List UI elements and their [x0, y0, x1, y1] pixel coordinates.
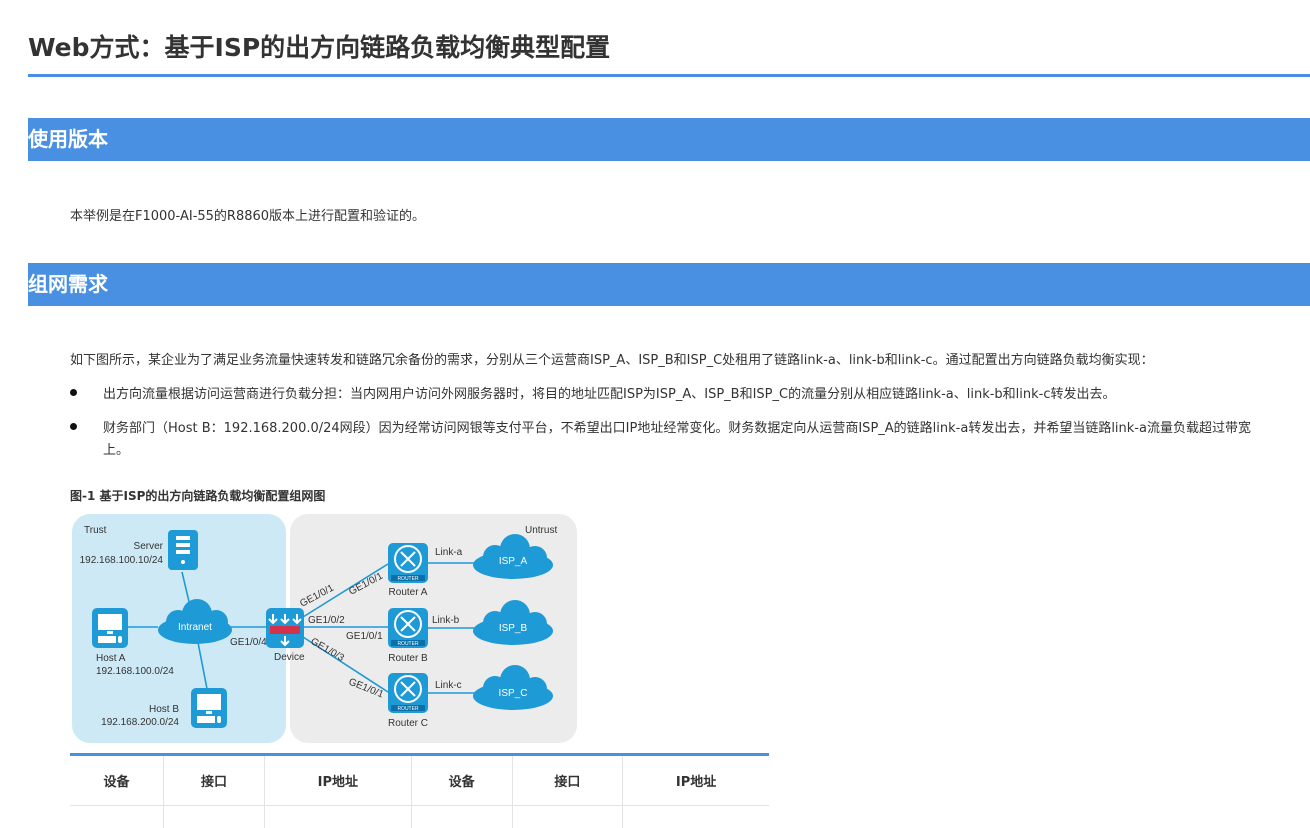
router-c-badge: ROUTER — [397, 706, 419, 712]
ip-table: 设备 接口 IP地址 设备 接口 IP地址 — [70, 753, 769, 828]
host-a-label: Host A — [96, 653, 126, 664]
firewall-device-icon — [266, 608, 304, 648]
router-a-label: Router A — [389, 587, 428, 598]
router-c-icon: ROUTER — [388, 673, 428, 713]
table-cell — [70, 806, 164, 828]
server-ip: 192.168.100.10/24 — [80, 555, 164, 566]
intranet-label: Intranet — [178, 622, 212, 633]
list-item-text: 财务部门（Host B：192.168.200.0/24网段）因为经常访问网银等… — [103, 417, 1251, 436]
router-b-label: Router B — [388, 653, 428, 664]
host-b-ip: 192.168.200.0/24 — [101, 717, 179, 728]
router-b-ge-label: GE1/0/1 — [346, 631, 383, 642]
title-divider — [28, 74, 1310, 77]
version-paragraph: 本举例是在F1000-AI-55的R8860版本上进行配置和验证的。 — [70, 205, 425, 224]
table-cell — [411, 806, 512, 828]
router-a-icon: ROUTER — [388, 543, 428, 583]
router-b-icon: ROUTER — [388, 608, 428, 648]
table-cell — [623, 806, 769, 828]
router-b-badge: ROUTER — [397, 641, 419, 647]
device-label: Device — [274, 652, 305, 663]
network-intro-paragraph: 如下图所示，某企业为了满足业务流量快速转发和链路冗余备份的需求，分别从三个运营商… — [70, 349, 1154, 368]
device-ge2-label: GE1/0/2 — [308, 615, 345, 626]
server-icon — [168, 530, 198, 570]
table-header-cell: 接口 — [164, 756, 265, 806]
link-b-label: Link-b — [432, 615, 460, 626]
interface-table: 设备 接口 IP地址 设备 接口 IP地址 — [70, 756, 769, 828]
host-a-icon — [92, 608, 128, 648]
table-row — [70, 806, 769, 828]
table-cell — [164, 806, 265, 828]
isp-b-label: ISP_B — [499, 623, 528, 634]
table-cell — [264, 806, 411, 828]
router-c-label: Router C — [388, 718, 428, 729]
host-b-label: Host B — [149, 704, 179, 715]
table-header-cell: 设备 — [411, 756, 512, 806]
figure-caption: 图-1 基于ISP的出方向链路负载均衡配置组网图 — [70, 487, 325, 504]
bullet-dot-icon — [70, 389, 77, 396]
table-header-row: 设备 接口 IP地址 设备 接口 IP地址 — [70, 756, 769, 806]
link-a-label: Link-a — [435, 547, 463, 558]
link-c-label: Link-c — [435, 680, 462, 691]
router-a-badge: ROUTER — [397, 576, 419, 582]
table-header-cell: 接口 — [512, 756, 623, 806]
table-header-cell: IP地址 — [623, 756, 769, 806]
device-ge4-label: GE1/0/4 — [230, 637, 267, 648]
list-item-text-continued: 上。 — [103, 439, 129, 458]
table-header-cell: IP地址 — [264, 756, 411, 806]
section-heading-version: 使用版本 — [28, 118, 1310, 161]
bullet-dot-icon — [70, 423, 77, 430]
server-label: Server — [134, 541, 164, 552]
list-item-text: 出方向流量根据访问运营商进行负载分担：当内网用户访问外网服务器时，将目的地址匹配… — [103, 383, 1116, 402]
untrust-zone-label: Untrust — [525, 525, 557, 536]
table-header-cell: 设备 — [70, 756, 164, 806]
host-a-ip: 192.168.100.0/24 — [96, 666, 174, 677]
trust-zone-label: Trust — [84, 525, 107, 536]
page-title: Web方式：基于ISP的出方向链路负载均衡典型配置 — [28, 28, 610, 64]
section-heading-network: 组网需求 — [28, 263, 1310, 306]
table-cell — [512, 806, 623, 828]
network-diagram: Trust Untrust Server 192.168.100.10/24 I… — [70, 512, 580, 747]
host-b-icon — [191, 688, 227, 728]
isp-a-label: ISP_A — [499, 556, 528, 567]
isp-c-label: ISP_C — [499, 688, 528, 699]
